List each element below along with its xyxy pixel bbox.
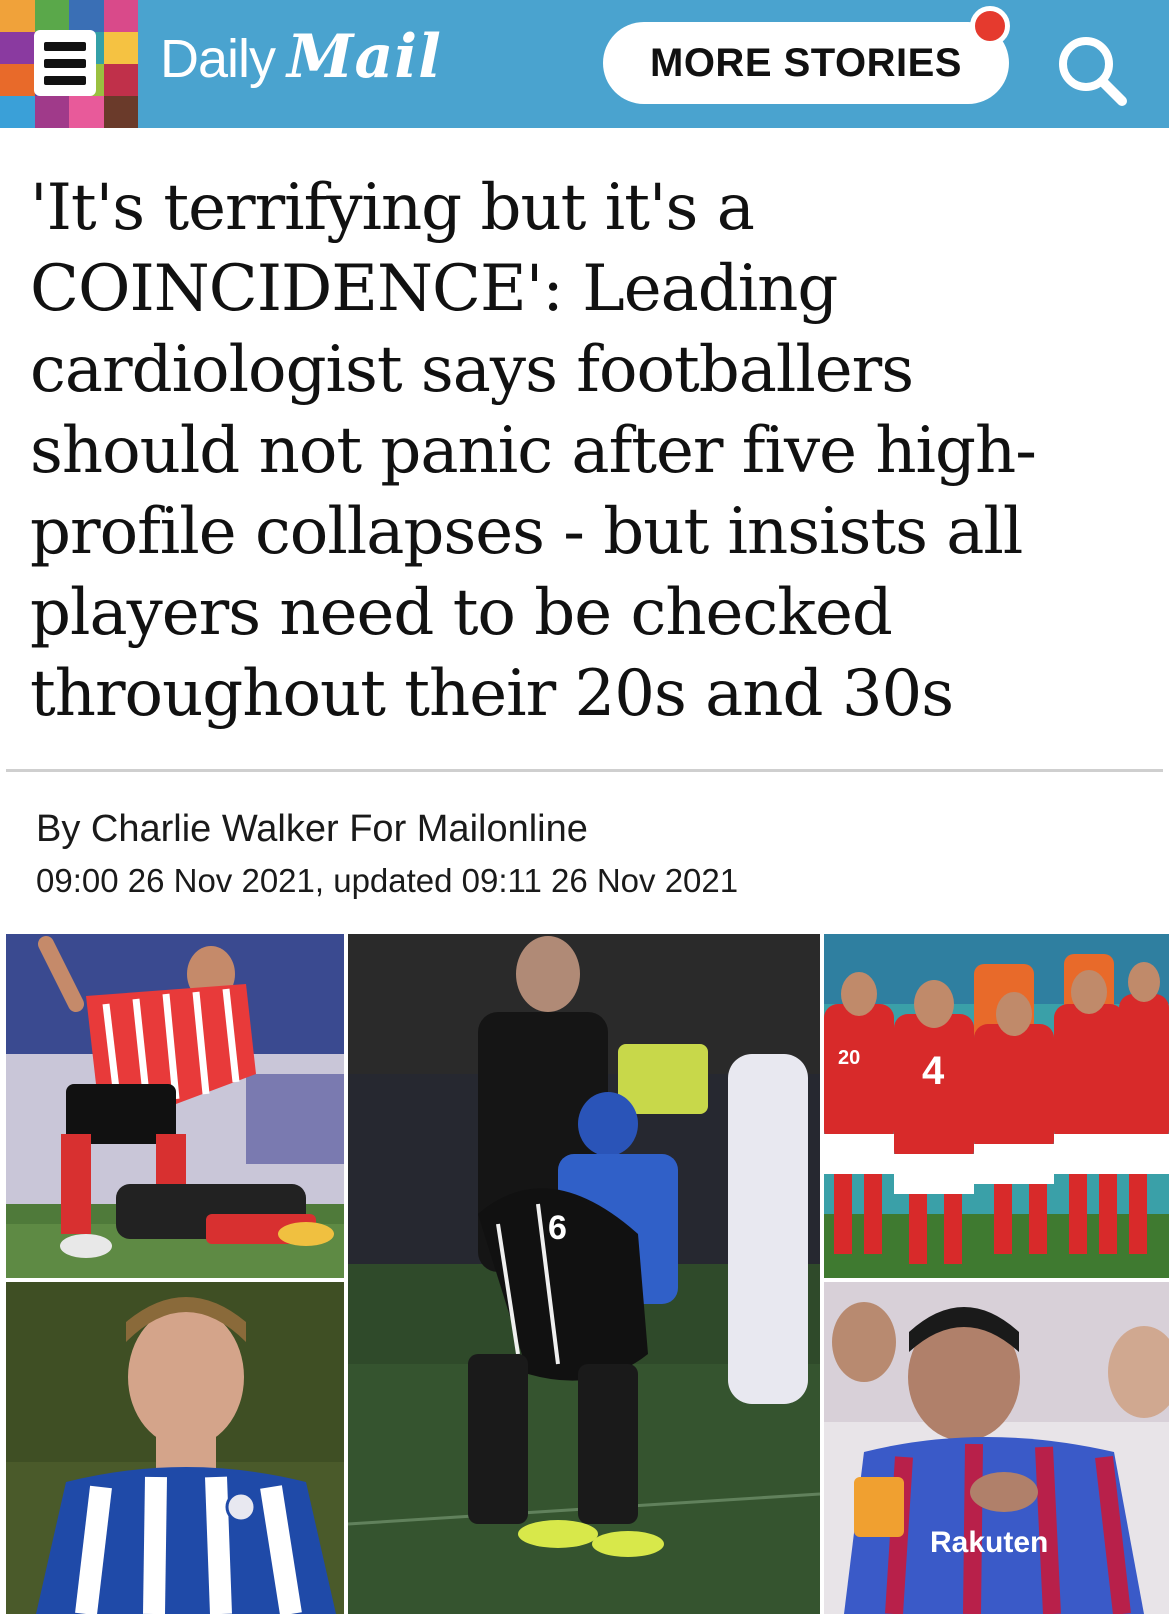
logo-mail-text: Mail — [287, 22, 442, 92]
photo-barcelona-player[interactable]: Rakuten — [824, 1282, 1169, 1614]
more-stories-button[interactable]: MORE STORIES — [603, 22, 1009, 104]
photo-denmark-players[interactable]: 4 20 — [824, 934, 1169, 1278]
photo-player-kneeling[interactable] — [6, 934, 344, 1278]
logo-daily-text: Daily — [160, 29, 276, 89]
photo-collage[interactable]: 6 4 20 Rakuten — [0, 934, 1169, 1614]
shirt-number-20: 20 — [838, 1047, 860, 1069]
headline-divider — [6, 769, 1163, 772]
hamburger-line — [44, 58, 86, 68]
site-header: Daily Mail MORE STORIES — [0, 0, 1169, 128]
article-byline[interactable]: By Charlie Walker For Mailonline — [36, 808, 588, 851]
notification-dot — [970, 6, 1010, 46]
photo-player-bending[interactable]: 6 — [348, 934, 820, 1614]
shirt-number-4: 4 — [922, 1049, 945, 1093]
shirt-number-6: 6 — [548, 1209, 567, 1247]
hamburger-menu-icon[interactable] — [34, 30, 96, 96]
hamburger-line — [44, 75, 86, 85]
hamburger-line — [44, 41, 86, 51]
article-timestamp: 09:00 26 Nov 2021, updated 09:11 26 Nov … — [36, 862, 739, 899]
shirt-sponsor-text: Rakuten — [930, 1526, 1048, 1559]
search-icon[interactable] — [1050, 30, 1140, 110]
photo-wigan-player[interactable] — [6, 1282, 344, 1614]
daily-mail-logo[interactable]: Daily Mail — [160, 22, 442, 102]
article-headline: 'It's terrifying but it's a COINCIDENCE'… — [30, 171, 1037, 731]
